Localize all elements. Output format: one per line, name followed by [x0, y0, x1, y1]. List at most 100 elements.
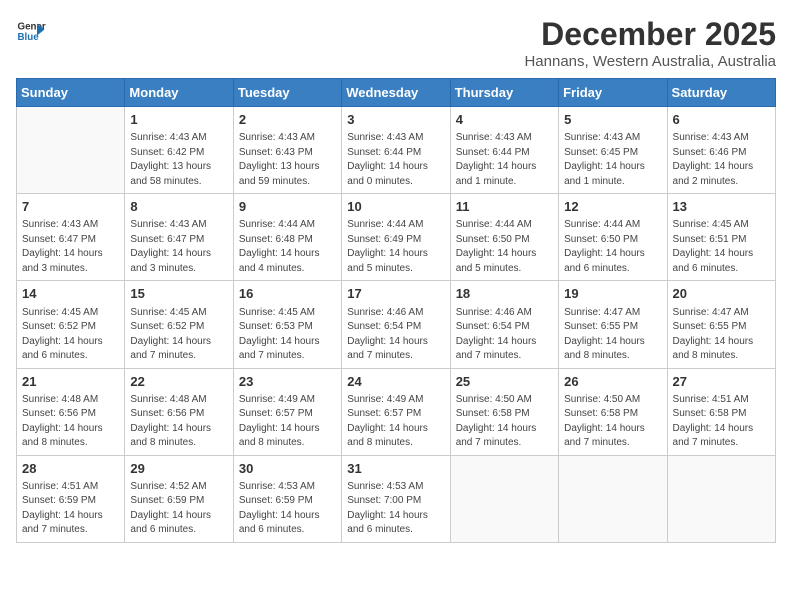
calendar-cell: 14 Sunrise: 4:45 AM Sunset: 6:52 PM Dayli…	[17, 281, 125, 368]
calendar-cell: 23 Sunrise: 4:49 AM Sunset: 6:57 PM Dayli…	[233, 368, 341, 455]
day-info: Sunrise: 4:50 AM Sunset: 6:58 PM Dayligh…	[456, 393, 553, 451]
calendar-cell: 31 Sunrise: 4:53 AM Sunset: 7:00 PM Dayli…	[342, 455, 450, 542]
calendar-cell	[450, 455, 558, 542]
day-number: 20	[673, 285, 770, 303]
calendar-cell	[667, 455, 775, 542]
calendar-cell: 29 Sunrise: 4:52 AM Sunset: 6:59 PM Dayli…	[125, 455, 233, 542]
day-info: Sunrise: 4:49 AM Sunset: 6:57 PM Dayligh…	[239, 393, 336, 451]
calendar-cell: 16 Sunrise: 4:45 AM Sunset: 6:53 PM Dayli…	[233, 281, 341, 368]
day-of-week-header: Wednesday	[342, 79, 450, 107]
calendar-header-row: SundayMondayTuesdayWednesdayThursdayFrid…	[17, 79, 776, 107]
calendar-cell: 30 Sunrise: 4:53 AM Sunset: 6:59 PM Dayli…	[233, 455, 341, 542]
calendar-table: SundayMondayTuesdayWednesdayThursdayFrid…	[16, 78, 776, 543]
calendar-cell: 5 Sunrise: 4:43 AM Sunset: 6:45 PM Daylig…	[559, 107, 667, 194]
day-number: 30	[239, 460, 336, 478]
day-info: Sunrise: 4:46 AM Sunset: 6:54 PM Dayligh…	[347, 306, 444, 364]
calendar-week-row: 7 Sunrise: 4:43 AM Sunset: 6:47 PM Daylig…	[17, 194, 776, 281]
day-number: 15	[130, 285, 227, 303]
day-number: 2	[239, 111, 336, 129]
day-of-week-header: Friday	[559, 79, 667, 107]
calendar-cell: 22 Sunrise: 4:48 AM Sunset: 6:56 PM Dayli…	[125, 368, 233, 455]
day-number: 3	[347, 111, 444, 129]
day-info: Sunrise: 4:44 AM Sunset: 6:50 PM Dayligh…	[456, 218, 553, 276]
day-number: 16	[239, 285, 336, 303]
calendar-cell: 15 Sunrise: 4:45 AM Sunset: 6:52 PM Dayli…	[125, 281, 233, 368]
calendar-cell: 4Sunrise: 4:43 AM Sunset: 6:44 PM Daylig…	[450, 107, 558, 194]
title-area: December 2025 Hannans, Western Australia…	[524, 16, 776, 70]
calendar-cell: 12 Sunrise: 4:44 AM Sunset: 6:50 PM Dayli…	[559, 194, 667, 281]
day-number: 17	[347, 285, 444, 303]
calendar-cell: 9 Sunrise: 4:44 AM Sunset: 6:48 PM Daylig…	[233, 194, 341, 281]
calendar-cell	[17, 107, 125, 194]
calendar-cell: 28Sunrise: 4:51 AM Sunset: 6:59 PM Dayli…	[17, 455, 125, 542]
day-number: 23	[239, 373, 336, 391]
calendar-cell: 27Sunrise: 4:51 AM Sunset: 6:58 PM Dayli…	[667, 368, 775, 455]
calendar-cell: 21Sunrise: 4:48 AM Sunset: 6:56 PM Dayli…	[17, 368, 125, 455]
calendar-cell: 26 Sunrise: 4:50 AM Sunset: 6:58 PM Dayli…	[559, 368, 667, 455]
calendar-cell: 3 Sunrise: 4:43 AM Sunset: 6:44 PM Daylig…	[342, 107, 450, 194]
day-info: Sunrise: 4:51 AM Sunset: 6:58 PM Dayligh…	[673, 393, 770, 451]
calendar-week-row: 14 Sunrise: 4:45 AM Sunset: 6:52 PM Dayli…	[17, 281, 776, 368]
day-info: Sunrise: 4:53 AM Sunset: 6:59 PM Dayligh…	[239, 480, 336, 538]
day-number: 1	[130, 111, 227, 129]
day-of-week-header: Sunday	[17, 79, 125, 107]
day-info: Sunrise: 4:43 AM Sunset: 6:44 PM Dayligh…	[347, 131, 444, 189]
day-number: 5	[564, 111, 661, 129]
day-info: Sunrise: 4:44 AM Sunset: 6:50 PM Dayligh…	[564, 218, 661, 276]
day-info: Sunrise: 4:43 AM Sunset: 6:45 PM Dayligh…	[564, 131, 661, 189]
calendar-cell: 17 Sunrise: 4:46 AM Sunset: 6:54 PM Dayli…	[342, 281, 450, 368]
day-info: Sunrise: 4:53 AM Sunset: 7:00 PM Dayligh…	[347, 480, 444, 538]
day-number: 31	[347, 460, 444, 478]
day-info: Sunrise: 4:52 AM Sunset: 6:59 PM Dayligh…	[130, 480, 227, 538]
day-info: Sunrise: 4:47 AM Sunset: 6:55 PM Dayligh…	[673, 306, 770, 364]
day-number: 13	[673, 198, 770, 216]
day-number: 7	[22, 198, 119, 216]
calendar-cell: 2 Sunrise: 4:43 AM Sunset: 6:43 PM Daylig…	[233, 107, 341, 194]
calendar-cell: 13 Sunrise: 4:45 AM Sunset: 6:51 PM Dayli…	[667, 194, 775, 281]
day-of-week-header: Tuesday	[233, 79, 341, 107]
day-number: 25	[456, 373, 553, 391]
day-number: 9	[239, 198, 336, 216]
day-info: Sunrise: 4:45 AM Sunset: 6:52 PM Dayligh…	[22, 306, 119, 364]
day-info: Sunrise: 4:45 AM Sunset: 6:53 PM Dayligh…	[239, 306, 336, 364]
calendar-cell: 18 Sunrise: 4:46 AM Sunset: 6:54 PM Dayli…	[450, 281, 558, 368]
calendar-week-row: 1 Sunrise: 4:43 AM Sunset: 6:42 PM Daylig…	[17, 107, 776, 194]
day-number: 26	[564, 373, 661, 391]
day-of-week-header: Monday	[125, 79, 233, 107]
day-number: 29	[130, 460, 227, 478]
calendar-cell	[559, 455, 667, 542]
svg-text:Blue: Blue	[18, 32, 40, 43]
day-info: Sunrise: 4:43 AM Sunset: 6:43 PM Dayligh…	[239, 131, 336, 189]
calendar-cell: 8Sunrise: 4:43 AM Sunset: 6:47 PM Daylig…	[125, 194, 233, 281]
day-info: Sunrise: 4:44 AM Sunset: 6:48 PM Dayligh…	[239, 218, 336, 276]
calendar-cell: 24Sunrise: 4:49 AM Sunset: 6:57 PM Dayli…	[342, 368, 450, 455]
day-of-week-header: Saturday	[667, 79, 775, 107]
day-info: Sunrise: 4:45 AM Sunset: 6:51 PM Dayligh…	[673, 218, 770, 276]
day-info: Sunrise: 4:50 AM Sunset: 6:58 PM Dayligh…	[564, 393, 661, 451]
day-info: Sunrise: 4:49 AM Sunset: 6:57 PM Dayligh…	[347, 393, 444, 451]
logo: General Blue	[16, 16, 46, 46]
day-info: Sunrise: 4:43 AM Sunset: 6:47 PM Dayligh…	[130, 218, 227, 276]
day-info: Sunrise: 4:46 AM Sunset: 6:54 PM Dayligh…	[456, 306, 553, 364]
calendar-cell: 11 Sunrise: 4:44 AM Sunset: 6:50 PM Dayli…	[450, 194, 558, 281]
day-number: 12	[564, 198, 661, 216]
day-of-week-header: Thursday	[450, 79, 558, 107]
day-number: 10	[347, 198, 444, 216]
day-info: Sunrise: 4:45 AM Sunset: 6:52 PM Dayligh…	[130, 306, 227, 364]
logo-icon: General Blue	[16, 16, 46, 46]
day-info: Sunrise: 4:48 AM Sunset: 6:56 PM Dayligh…	[130, 393, 227, 451]
day-number: 6	[673, 111, 770, 129]
day-number: 19	[564, 285, 661, 303]
day-info: Sunrise: 4:43 AM Sunset: 6:47 PM Dayligh…	[22, 218, 119, 276]
day-number: 14	[22, 285, 119, 303]
day-number: 18	[456, 285, 553, 303]
day-info: Sunrise: 4:47 AM Sunset: 6:55 PM Dayligh…	[564, 306, 661, 364]
day-info: Sunrise: 4:48 AM Sunset: 6:56 PM Dayligh…	[22, 393, 119, 451]
day-number: 22	[130, 373, 227, 391]
calendar-cell: 7 Sunrise: 4:43 AM Sunset: 6:47 PM Daylig…	[17, 194, 125, 281]
day-number: 11	[456, 198, 553, 216]
day-info: Sunrise: 4:43 AM Sunset: 6:46 PM Dayligh…	[673, 131, 770, 189]
page-header: General Blue December 2025 Hannans, West…	[16, 16, 776, 70]
day-info: Sunrise: 4:43 AM Sunset: 6:42 PM Dayligh…	[130, 131, 227, 189]
calendar-cell: 1 Sunrise: 4:43 AM Sunset: 6:42 PM Daylig…	[125, 107, 233, 194]
